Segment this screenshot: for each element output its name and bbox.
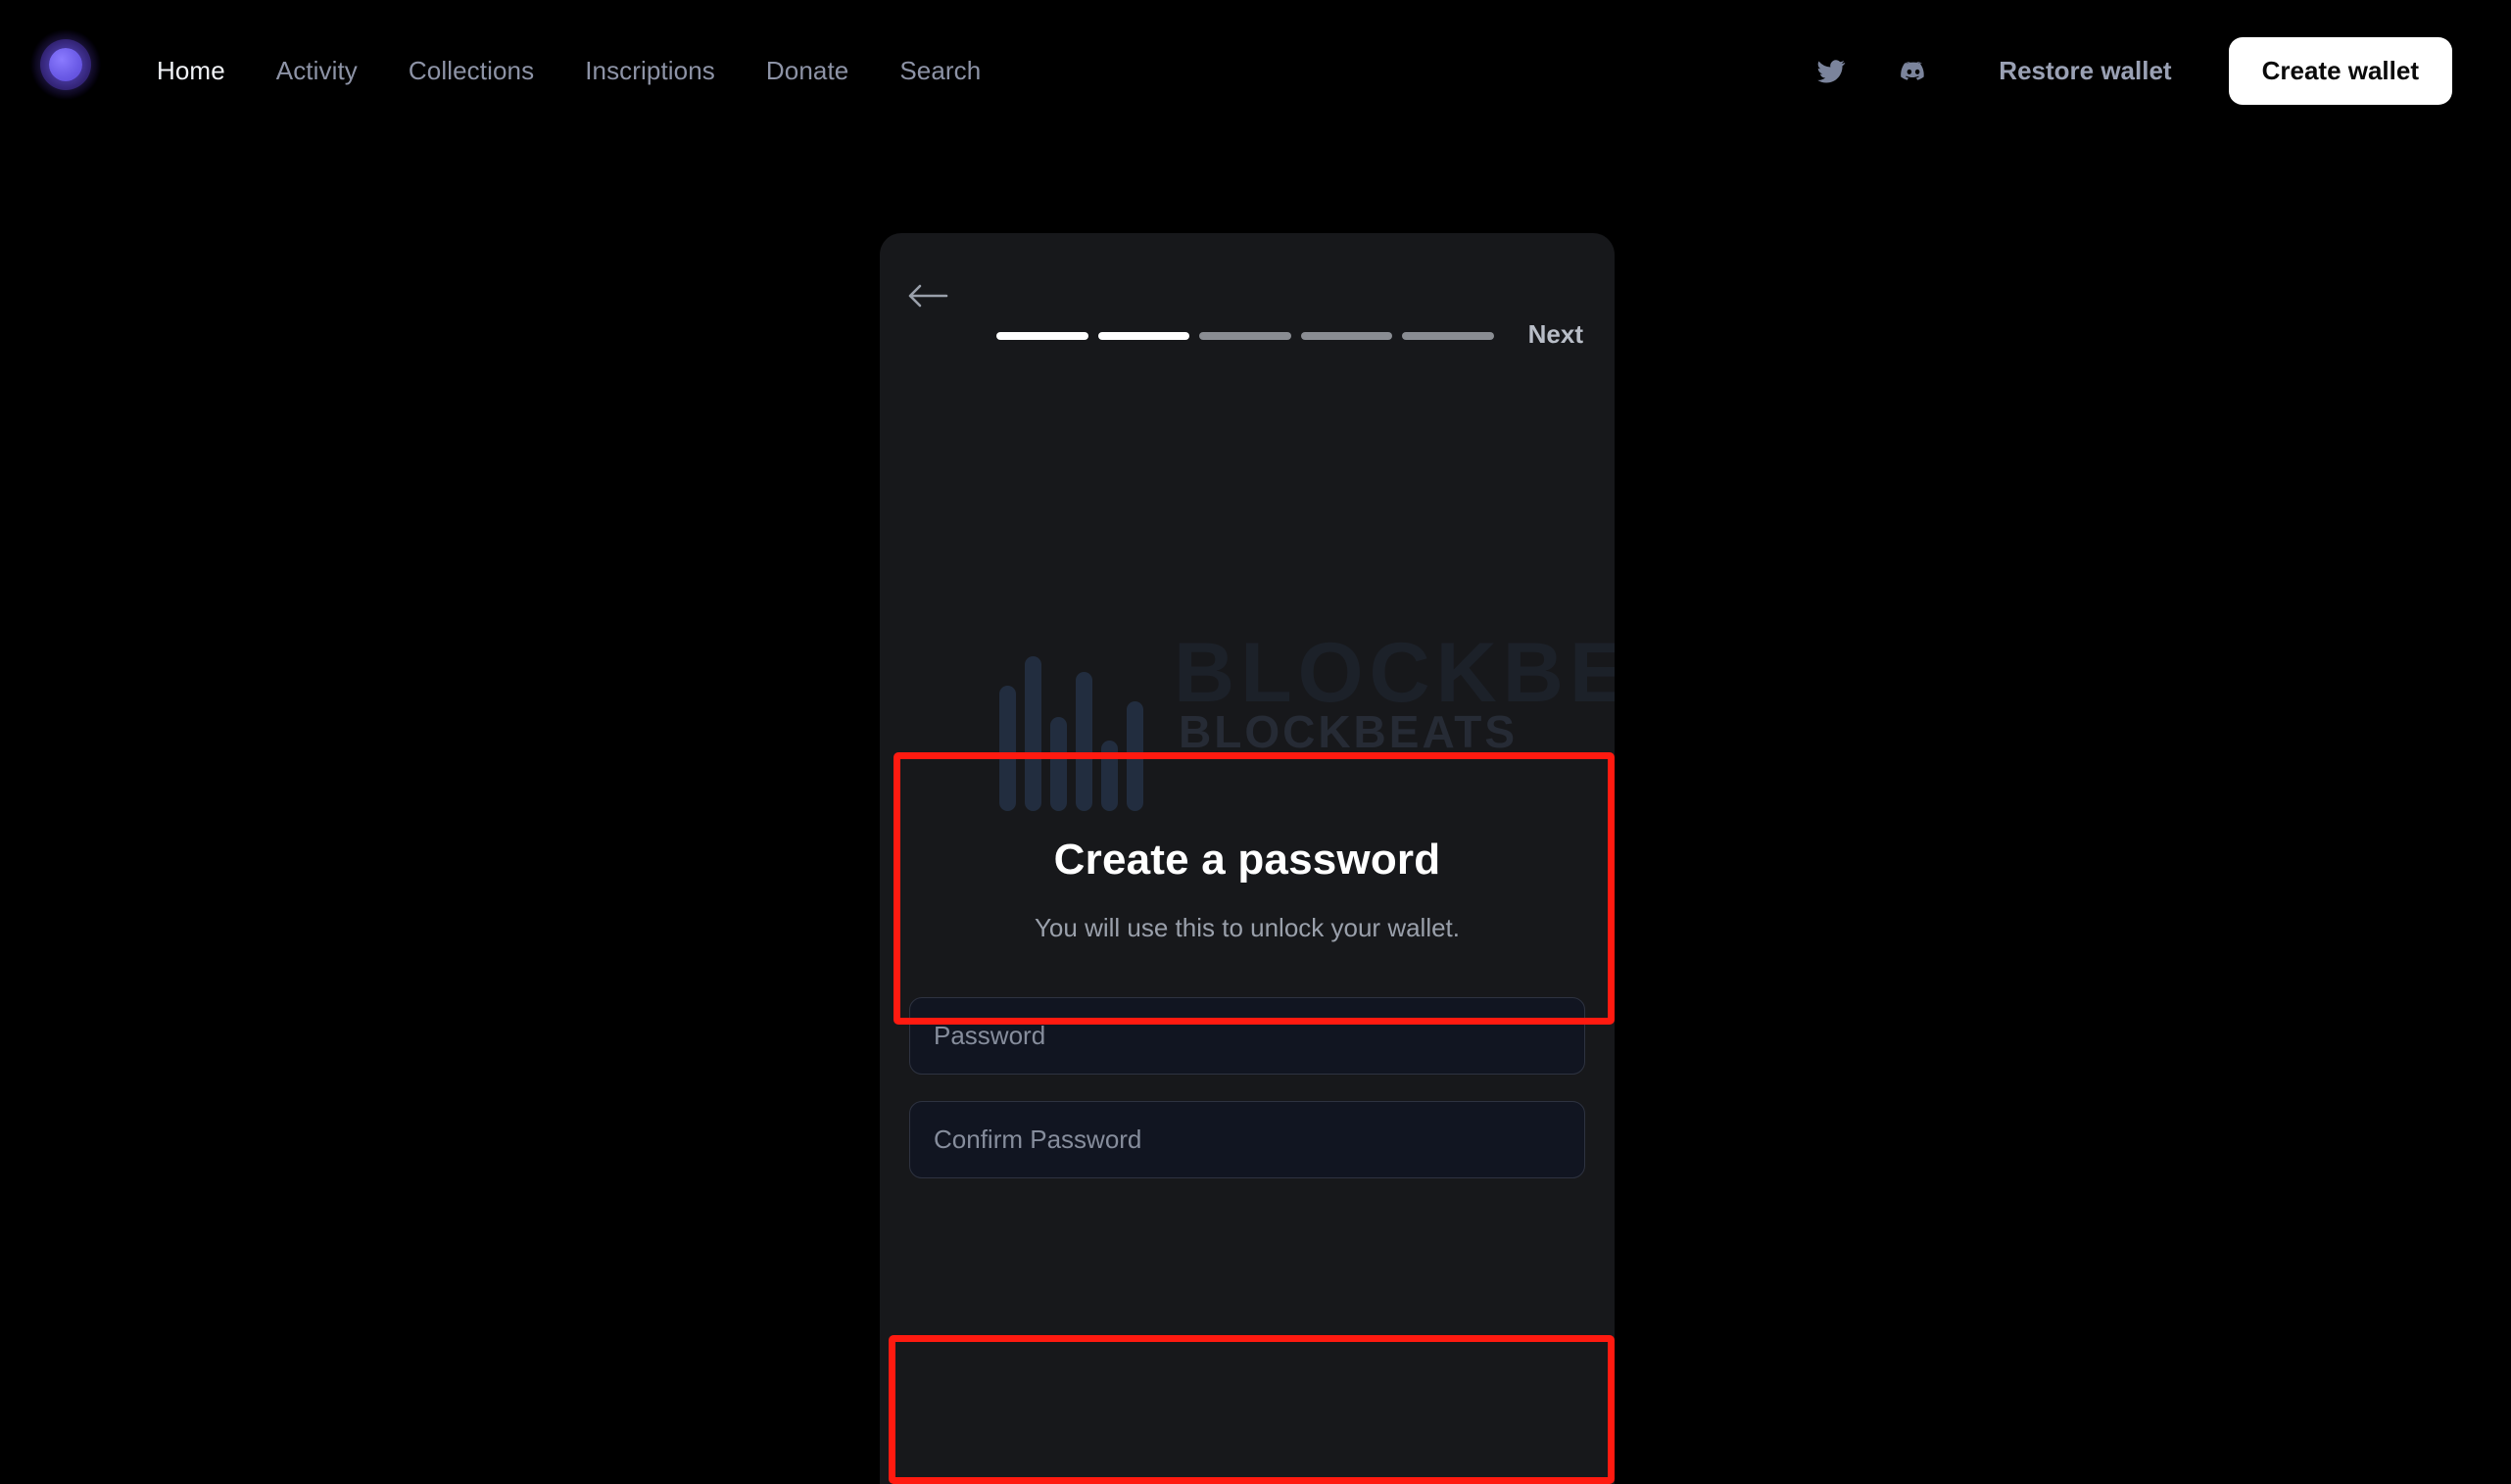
watermark-ghost-text: BLOCKBEATS xyxy=(1174,626,1615,720)
confirm-password-input[interactable] xyxy=(934,1102,1561,1177)
top-navigation-bar: Home Activity Collections Inscriptions D… xyxy=(0,0,2511,142)
step-progress-bar xyxy=(996,332,1494,340)
progress-segment-2 xyxy=(1097,332,1190,340)
site-logo[interactable] xyxy=(27,26,104,103)
twitter-icon[interactable] xyxy=(1814,55,1848,88)
main-nav: Home Activity Collections Inscriptions D… xyxy=(157,0,1032,142)
logo-core-circle xyxy=(49,48,82,81)
modal-top-bar: Next xyxy=(880,233,1615,356)
arrow-left-icon[interactable] xyxy=(907,282,948,310)
password-fields-group xyxy=(909,997,1585,1178)
header-actions: Restore wallet Create wallet xyxy=(1814,0,2511,142)
page-title: Create a password xyxy=(1053,836,1441,884)
nav-item-inscriptions[interactable]: Inscriptions xyxy=(585,56,715,86)
password-input[interactable] xyxy=(934,998,1561,1074)
nav-item-activity[interactable]: Activity xyxy=(276,56,358,86)
nav-item-search[interactable]: Search xyxy=(899,56,981,86)
next-button[interactable]: Next xyxy=(1528,319,1583,350)
blockbeats-watermark: BLOCKBEATS BLOCKBEATS xyxy=(880,626,1615,850)
nav-item-collections[interactable]: Collections xyxy=(409,56,534,86)
password-field-wrapper[interactable] xyxy=(909,997,1585,1075)
discord-icon[interactable] xyxy=(1897,55,1930,88)
watermark-logo-bars xyxy=(999,654,1166,811)
nav-item-home[interactable]: Home xyxy=(157,56,225,86)
restore-wallet-button[interactable]: Restore wallet xyxy=(1999,56,2171,86)
progress-segment-3 xyxy=(1199,332,1291,340)
progress-segment-5 xyxy=(1402,332,1494,340)
create-wallet-button[interactable]: Create wallet xyxy=(2228,37,2452,105)
page-subtitle: You will use this to unlock your wallet. xyxy=(1034,913,1461,942)
progress-segment-1 xyxy=(996,332,1088,340)
progress-segment-4 xyxy=(1300,332,1393,340)
create-wallet-modal: BLOCKBEATS BLOCKBEATS Next Create a pass… xyxy=(880,233,1615,1484)
nav-item-donate[interactable]: Donate xyxy=(766,56,848,86)
confirm-password-field-wrapper[interactable] xyxy=(909,1101,1585,1178)
watermark-text: BLOCKBEATS xyxy=(1179,706,1519,757)
